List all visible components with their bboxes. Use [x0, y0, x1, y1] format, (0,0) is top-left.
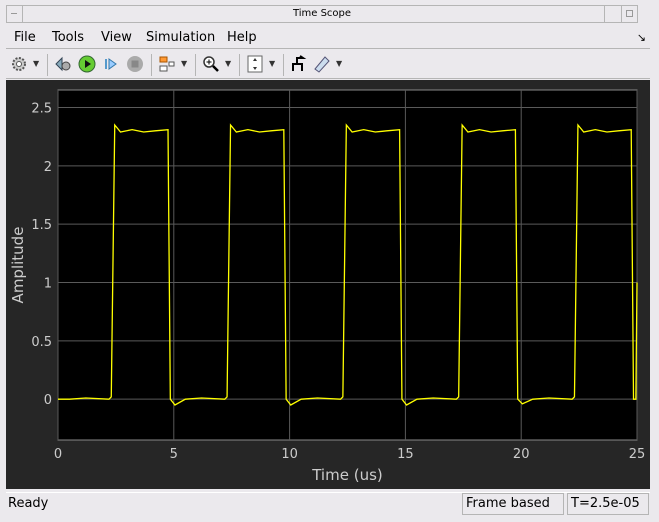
x-tick-label: 5 [170, 447, 178, 462]
x-tick-label: 0 [54, 447, 62, 462]
y-tick-label: 2.5 [31, 102, 52, 117]
x-tick-label: 20 [513, 447, 530, 462]
x-tick-label: 10 [281, 447, 298, 462]
status-text: Ready [8, 496, 49, 511]
axes-area [57, 89, 638, 441]
y-axis-label: Amplitude [9, 227, 27, 304]
y-tick-label: 1 [44, 277, 52, 292]
status-mode: Frame based [462, 493, 564, 515]
y-tick-label: 0.5 [31, 335, 52, 350]
status-bar: Ready Frame based T=2.5e-05 [6, 492, 650, 516]
status-time: T=2.5e-05 [567, 493, 649, 515]
y-tick-label: 0 [44, 393, 52, 408]
y-tick-label: 2 [44, 160, 52, 175]
x-tick-label: 25 [629, 447, 646, 462]
scope-plot[interactable]: 0 5 10 15 20 25 0 0.5 1 1.5 2 2.5 Time (us) Amplitude [0, 0, 659, 522]
x-axis-label: Time (us) [311, 466, 383, 484]
y-tick-label: 1.5 [31, 218, 52, 233]
x-tick-label: 15 [397, 447, 414, 462]
